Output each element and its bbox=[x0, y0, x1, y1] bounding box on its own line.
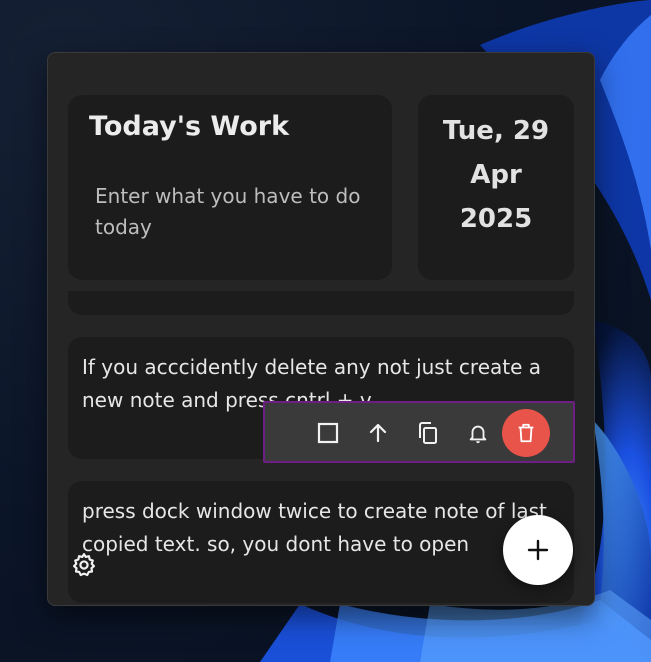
date-weekday-day: Tue, 29 bbox=[442, 116, 550, 146]
note-toolbar bbox=[263, 401, 575, 463]
date-card: Tue, 29 Apr 2025 bbox=[418, 95, 574, 280]
note-card[interactable]: press dock window twice to create note o… bbox=[68, 481, 574, 603]
square-icon[interactable] bbox=[304, 409, 352, 457]
notes-app-window: Today's Work Enter what you have to do t… bbox=[47, 52, 595, 606]
todo-input[interactable]: Enter what you have to do today bbox=[95, 181, 375, 243]
trash-icon bbox=[518, 423, 534, 443]
date-month: Apr bbox=[470, 160, 522, 190]
date-year: 2025 bbox=[459, 204, 533, 234]
gear-icon bbox=[72, 553, 96, 577]
header-card: Today's Work Enter what you have to do t… bbox=[68, 95, 392, 280]
arrow-up-icon[interactable] bbox=[354, 409, 402, 457]
settings-button[interactable] bbox=[70, 551, 98, 579]
bell-icon[interactable] bbox=[454, 409, 502, 457]
add-note-button[interactable] bbox=[503, 515, 573, 585]
date-display: Tue, 29 Apr 2025 bbox=[418, 109, 574, 241]
copy-icon[interactable] bbox=[404, 409, 452, 457]
note-text[interactable]: press dock window twice to create note o… bbox=[82, 495, 564, 561]
note-card-partial[interactable] bbox=[68, 291, 574, 315]
page-title: Today's Work bbox=[89, 111, 290, 142]
delete-button[interactable] bbox=[502, 409, 550, 457]
plus-icon bbox=[527, 539, 549, 561]
